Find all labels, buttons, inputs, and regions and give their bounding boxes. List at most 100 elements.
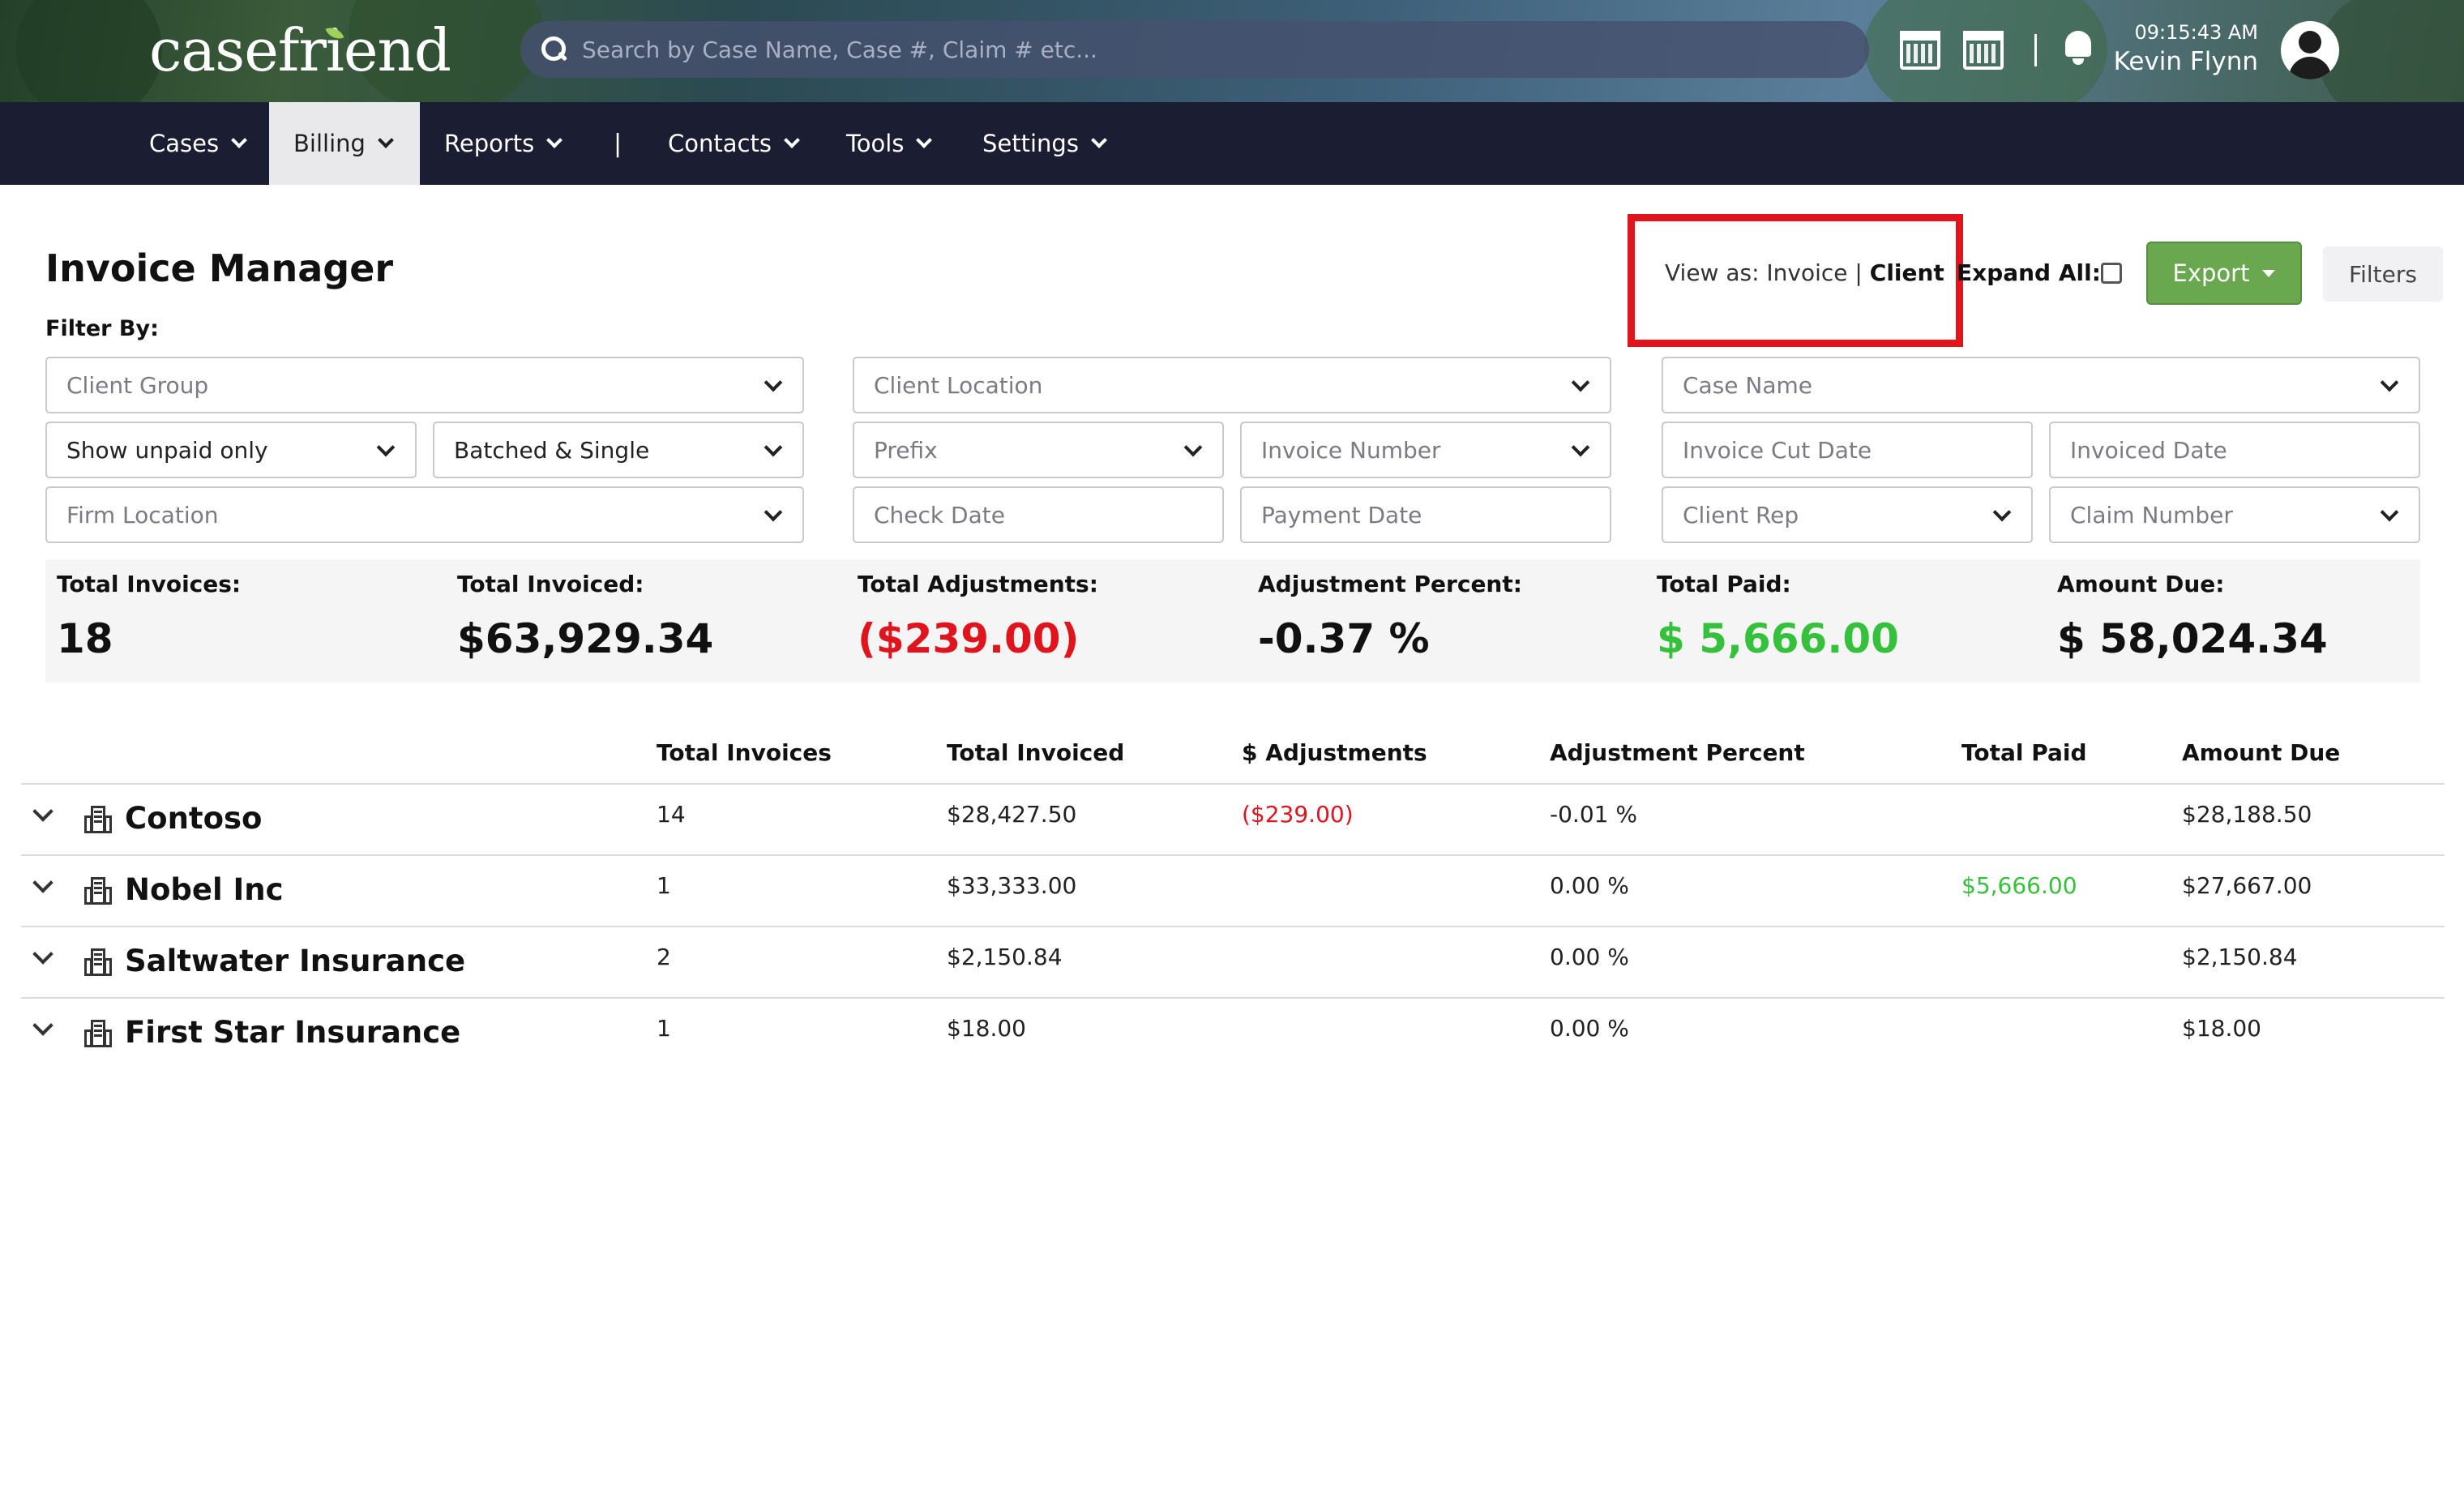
chevron-down-icon	[1992, 503, 2012, 522]
col-total-invoiced[interactable]: Total Invoiced	[947, 739, 1124, 766]
chevron-down-icon[interactable]	[32, 1015, 53, 1036]
batch-type-select[interactable]: Batched & Single	[433, 422, 804, 478]
summary-label: Total Adjustments:	[858, 571, 1098, 597]
check-date-input[interactable]: Check Date	[853, 486, 1224, 543]
cell-total-invoiced: $33,333.00	[947, 872, 1077, 899]
firm-location-select[interactable]: Firm Location	[45, 486, 804, 543]
client-name[interactable]: Contoso	[125, 801, 262, 836]
field-placeholder: Prefix	[874, 436, 938, 464]
background-foliage	[16, 0, 162, 102]
chevron-down-icon	[2380, 503, 2399, 522]
summary-label: Adjustment Percent:	[1258, 571, 1522, 597]
col-amount-due[interactable]: Amount Due	[2182, 739, 2340, 766]
nav-settings[interactable]: Settings	[982, 102, 1107, 185]
cell-amount-due: $18.00	[2182, 1015, 2261, 1042]
summary-panel: Total Invoices: 18 Total Invoiced: $63,9…	[45, 559, 2420, 683]
payment-date-input[interactable]: Payment Date	[1240, 486, 1611, 543]
unpaid-filter-select[interactable]: Show unpaid only	[45, 422, 417, 478]
client-location-select[interactable]: Client Location	[853, 357, 1611, 413]
top-header: casefriend 09:15:43 AM Kevin Flynn	[0, 0, 2464, 102]
cell-amount-due: $27,667.00	[2182, 872, 2312, 899]
chevron-down-icon[interactable]	[32, 801, 53, 822]
table-row[interactable]: Contoso 14 $28,427.50 ($239.00) -0.01 % …	[21, 785, 2445, 856]
chevron-down-icon	[764, 503, 783, 522]
field-placeholder: Payment Date	[1261, 501, 1422, 529]
chevron-down-icon	[546, 132, 563, 148]
chevron-down-icon[interactable]	[32, 872, 53, 893]
summary-value: 18	[57, 615, 113, 662]
cell-total-invoices: 1	[657, 1015, 671, 1042]
col-total-paid[interactable]: Total Paid	[1961, 739, 2087, 766]
calendar-user-icon[interactable]	[1963, 31, 2004, 70]
cell-adjustment-percent: 0.00 %	[1550, 1015, 1629, 1042]
claim-number-select[interactable]: Claim Number	[2049, 486, 2420, 543]
expand-all-checkbox[interactable]	[2101, 263, 2122, 284]
field-value: Batched & Single	[454, 436, 650, 464]
chevron-down-icon	[764, 438, 783, 457]
cell-adjustment-percent: -0.01 %	[1550, 801, 1637, 828]
col-total-invoices[interactable]: Total Invoices	[657, 739, 832, 766]
user-name[interactable]: Kevin Flynn	[2107, 47, 2258, 76]
table-row[interactable]: Saltwater Insurance 2 $2,150.84 0.00 % $…	[21, 927, 2445, 999]
view-as-client[interactable]: Client	[1870, 259, 1944, 286]
client-rep-select[interactable]: Client Rep	[1662, 486, 2033, 543]
casefriend-logo[interactable]: casefriend	[149, 18, 451, 83]
nav-label: Tools	[846, 130, 905, 157]
summary-total-paid: Total Paid: $ 5,666.00	[1657, 571, 1899, 662]
nav-label: Billing	[293, 130, 366, 157]
field-placeholder: Claim Number	[2070, 501, 2233, 529]
user-avatar-icon[interactable]	[2281, 21, 2339, 79]
summary-amount-due: Amount Due: $ 58,024.34	[2057, 571, 2328, 662]
table-row[interactable]: First Star Insurance 1 $18.00 0.00 % $18…	[21, 999, 2445, 1070]
background-foliage	[2318, 0, 2464, 102]
cell-total-invoices: 1	[657, 872, 671, 899]
clock-time: 09:15:43 AM	[2134, 21, 2258, 44]
calendar-icon[interactable]	[1900, 31, 1940, 70]
building-icon	[84, 877, 112, 905]
client-name[interactable]: Nobel Inc	[125, 872, 284, 907]
nav-reports[interactable]: Reports	[444, 102, 563, 185]
search-icon	[538, 35, 567, 64]
nav-contacts[interactable]: Contacts	[668, 102, 800, 185]
summary-value: $63,929.34	[457, 615, 714, 662]
cell-adjustment-percent: 0.00 %	[1550, 944, 1629, 970]
main-navbar: Cases Billing Reports | Contacts Tools S…	[0, 102, 2464, 185]
search-input[interactable]	[582, 36, 1798, 63]
bell-icon[interactable]	[2062, 29, 2094, 66]
filter-by-label: Filter By:	[45, 316, 159, 341]
export-button[interactable]: Export	[2146, 242, 2302, 305]
summary-value: ($239.00)	[858, 615, 1080, 662]
nav-tools[interactable]: Tools	[846, 102, 933, 185]
chevron-down-icon	[378, 132, 394, 148]
export-label: Export	[2172, 259, 2250, 287]
col-adjustments[interactable]: $ Adjustments	[1242, 739, 1427, 766]
summary-value: $ 58,024.34	[2057, 615, 2328, 662]
client-group-select[interactable]: Client Group	[45, 357, 804, 413]
nav-label: Contacts	[668, 130, 772, 157]
summary-label: Total Paid:	[1657, 571, 1791, 597]
field-placeholder: Invoice Cut Date	[1683, 436, 1872, 464]
view-as-invoice[interactable]: View as: Invoice |	[1665, 259, 1870, 286]
client-name[interactable]: First Star Insurance	[125, 1015, 460, 1050]
invoice-cut-date-input[interactable]: Invoice Cut Date	[1662, 422, 2033, 478]
chevron-down-icon	[1183, 438, 1203, 457]
prefix-select[interactable]: Prefix	[853, 422, 1224, 478]
client-name[interactable]: Saltwater Insurance	[125, 944, 465, 978]
chevron-down-icon	[376, 438, 396, 457]
summary-label: Total Invoiced:	[457, 571, 644, 597]
nav-cases[interactable]: Cases	[149, 102, 247, 185]
field-placeholder: Client Location	[874, 371, 1043, 399]
field-placeholder: Invoiced Date	[2070, 436, 2227, 464]
chevron-down-icon	[1571, 373, 1590, 392]
chevron-down-icon[interactable]	[32, 944, 53, 965]
cell-total-invoices: 2	[657, 944, 671, 970]
view-as-toggle[interactable]: View as: Invoice | Client	[1665, 259, 1944, 286]
col-adjustment-percent[interactable]: Adjustment Percent	[1550, 739, 1805, 766]
filters-button[interactable]: Filters	[2323, 246, 2443, 302]
nav-billing[interactable]: Billing	[269, 102, 420, 185]
search-bar[interactable]	[520, 21, 1869, 78]
table-row[interactable]: Nobel Inc 1 $33,333.00 0.00 % $5,666.00 …	[21, 856, 2445, 927]
invoiced-date-input[interactable]: Invoiced Date	[2049, 422, 2420, 478]
case-name-select[interactable]: Case Name	[1662, 357, 2420, 413]
invoice-number-select[interactable]: Invoice Number	[1240, 422, 1611, 478]
